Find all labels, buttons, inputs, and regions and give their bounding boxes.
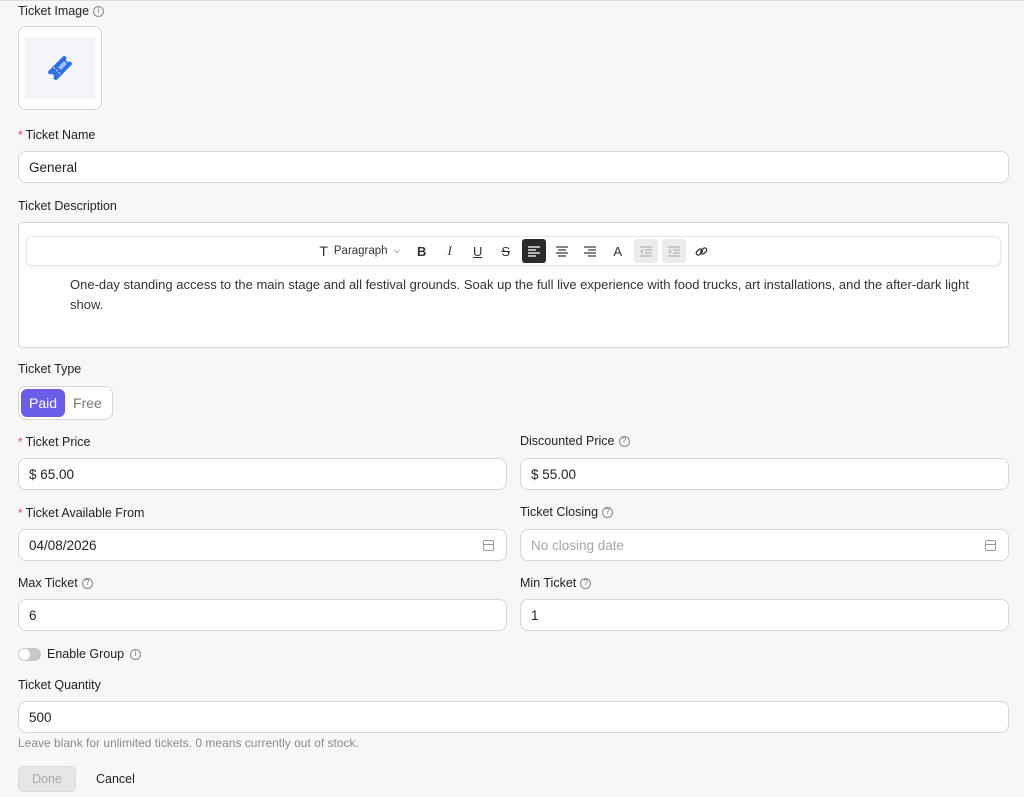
calendar-icon[interactable] [483,540,494,551]
link-button[interactable] [690,239,714,263]
paragraph-dropdown[interactable]: T Paragraph ⌵ [313,243,405,259]
align-right-icon [583,245,596,257]
available-from-date-input[interactable]: 04/08/2026 [18,529,507,561]
ticket-type-toggle: Paid Free [18,386,113,420]
min-ticket-value: 1 [531,607,539,623]
italic-button[interactable]: I [438,239,462,263]
available-from-label: Ticket Available From [25,506,145,520]
ticket-closing-placeholder: No closing date [531,537,625,553]
ticket-name-label: Ticket Name [25,128,96,142]
indent-icon [667,245,680,257]
ticket-image-label: Ticket Image [18,4,90,18]
enable-group-toggle[interactable] [18,647,41,661]
ticket-closing-date-input[interactable]: No closing date [520,529,1009,561]
ticket-name-value: General [29,159,78,175]
align-left-button[interactable] [521,239,546,263]
discounted-price-label: Discounted Price [520,434,615,448]
calendar-icon[interactable] [985,540,996,551]
underline-button[interactable]: U [466,239,490,263]
align-left-icon [527,245,540,257]
ticket-type-label-text: Ticket Type [18,362,82,376]
min-ticket-label-row: Min Ticket ? [520,576,592,590]
discounted-price-label-row: Discounted Price ? [520,434,630,448]
ticket-name-label-row: * Ticket Name [18,128,95,142]
cancel-button[interactable]: Cancel [96,766,135,792]
max-ticket-label-row: Max Ticket ? [18,576,93,590]
ticket-image-upload[interactable] [18,26,102,110]
help-icon[interactable]: ? [618,435,630,447]
strikethrough-button[interactable]: S [494,239,518,263]
outdent-button[interactable] [633,239,658,263]
ticket-quantity-hint: Leave blank for unlimited tickets. 0 mea… [18,736,359,750]
bold-button[interactable]: B [410,239,434,263]
ticket-image-label-row: Ticket Image i [18,4,105,18]
enable-group-row: Enable Group i [18,647,142,661]
available-from-label-row: * Ticket Available From [18,506,144,520]
ticket-price-label: Ticket Price [25,435,91,449]
ticket-description-label-text: Ticket Description [18,199,117,213]
outdent-icon [639,245,652,257]
ticket-price-value: $ 65.00 [29,466,75,482]
ticket-quantity-label-text: Ticket Quantity [18,678,101,692]
info-icon[interactable]: i [130,648,142,660]
ticket-image-preview [25,37,95,99]
description-text[interactable]: One-day standing access to the main stag… [70,275,970,315]
discounted-price-value: $ 55.00 [531,466,577,482]
align-center-button[interactable] [550,239,574,263]
align-center-icon [555,245,568,257]
paragraph-label: Paragraph [333,245,388,257]
help-icon[interactable]: ? [580,577,592,589]
chevron-down-icon: ⌵ [393,246,400,255]
editor-toolbar: T Paragraph ⌵ B I U S A [26,236,1001,266]
available-from-value: 04/08/2026 [29,537,97,553]
ticket-icon [48,56,72,80]
ticket-quantity-input[interactable]: 500 [18,701,1009,733]
ticket-type-label: Ticket Type [18,362,81,376]
ticket-price-label-row: * Ticket Price [18,435,91,449]
max-ticket-label: Max Ticket [18,576,78,590]
ticket-description-label: Ticket Description [18,199,117,213]
min-ticket-label: Min Ticket [520,576,577,590]
required-mark: * [18,128,23,142]
required-mark: * [18,506,23,520]
align-right-button[interactable] [578,239,602,263]
ticket-quantity-value: 500 [29,709,52,725]
help-icon[interactable]: ? [602,506,614,518]
enable-group-label: Enable Group [47,647,125,661]
ticket-closing-label: Ticket Closing [520,505,599,519]
min-ticket-input[interactable]: 1 [520,599,1009,631]
ticket-closing-label-row: Ticket Closing ? [520,505,614,519]
ticket-name-input[interactable]: General [18,151,1009,183]
paid-option[interactable]: Paid [21,389,66,417]
discounted-price-input[interactable]: $ 55.00 [520,458,1009,490]
info-icon[interactable]: i [93,5,105,17]
text-type-icon: T [319,243,328,259]
link-icon [695,246,708,256]
text-color-button[interactable]: A [606,239,630,263]
ticket-price-input[interactable]: $ 65.00 [18,458,507,490]
indent-button[interactable] [661,239,686,263]
max-ticket-input[interactable]: 6 [18,599,507,631]
help-icon[interactable]: ? [81,577,93,589]
done-button[interactable]: Done [18,766,76,792]
description-editor[interactable]: T Paragraph ⌵ B I U S A One-day standing… [18,222,1009,348]
required-mark: * [18,435,23,449]
max-ticket-value: 6 [29,607,37,623]
ticket-quantity-label: Ticket Quantity [18,678,101,692]
free-option[interactable]: Free [65,389,110,417]
